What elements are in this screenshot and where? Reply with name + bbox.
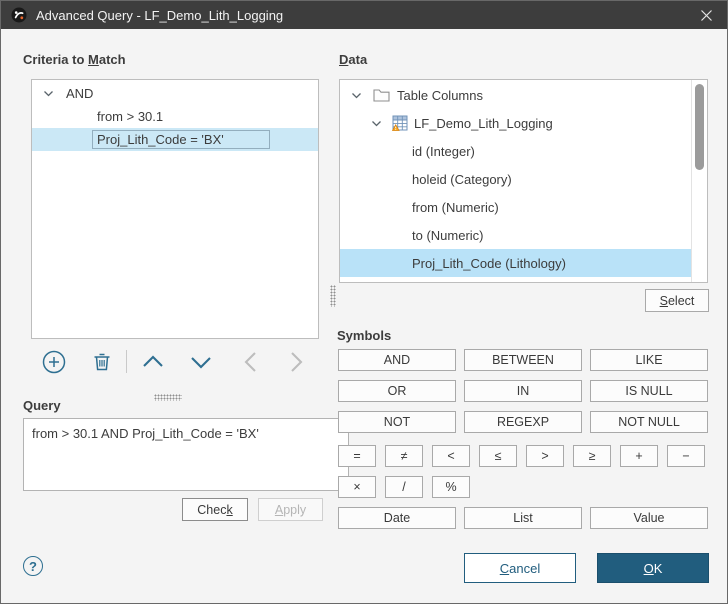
add-icon xyxy=(42,350,66,374)
symbol-regexp-button[interactable]: REGEXP xyxy=(464,411,582,433)
criteria-tree[interactable]: AND from > 30.1 Proj_Lith_Code = 'BX' xyxy=(31,79,319,339)
symbol-not-button[interactable]: NOT xyxy=(338,411,456,433)
tree-node-column[interactable]: id (Integer) xyxy=(340,137,692,165)
symbol-and-button[interactable]: AND xyxy=(338,349,456,371)
chevron-down-icon[interactable] xyxy=(42,87,55,100)
symbol-like-button[interactable]: LIKE xyxy=(590,349,708,371)
operator-lessthan-button[interactable]: < xyxy=(432,445,470,467)
scrollbar-thumb[interactable] xyxy=(695,84,704,170)
chevron-down-icon[interactable] xyxy=(370,117,383,130)
toolbar-separator xyxy=(126,350,127,373)
operator-greaterthan-button[interactable]: > xyxy=(526,445,564,467)
select-button[interactable]: Select xyxy=(645,289,709,312)
query-label: Query xyxy=(23,398,61,413)
tree-node-column[interactable]: from (Numeric) xyxy=(340,193,692,221)
tree-node-column[interactable]: holeid (Category) xyxy=(340,165,692,193)
operator-notequal-button[interactable]: ≠ xyxy=(385,445,423,467)
tree-node-column-selected[interactable]: Proj_Lith_Code (Lithology) xyxy=(340,249,692,277)
operator-multiply-button[interactable]: × xyxy=(338,476,376,498)
close-button[interactable] xyxy=(689,1,723,29)
operator-modulo-button[interactable]: % xyxy=(432,476,470,498)
symbol-in-button[interactable]: IN xyxy=(464,380,582,402)
cancel-button[interactable]: Cancel xyxy=(464,553,576,583)
list-button[interactable]: List xyxy=(464,507,582,529)
check-button[interactable]: Check xyxy=(182,498,248,521)
chevron-down-icon xyxy=(191,357,211,369)
symbol-isnull-button[interactable]: IS NULL xyxy=(590,380,708,402)
move-right-button-disabled[interactable] xyxy=(283,349,309,375)
operator-plus-button[interactable]: + xyxy=(620,445,658,467)
chevron-down-icon[interactable] xyxy=(350,89,363,102)
operator-greaterequal-button[interactable]: ≥ xyxy=(573,445,611,467)
data-tree[interactable]: Table Columns LF_Demo_Lith_Logging id (I… xyxy=(339,79,708,283)
data-label: Data xyxy=(339,52,368,67)
tree-node-table[interactable]: LF_Demo_Lith_Logging xyxy=(340,109,692,137)
date-button[interactable]: Date xyxy=(338,507,456,529)
help-icon: ? xyxy=(29,558,37,574)
vertical-scrollbar[interactable] xyxy=(691,80,707,282)
value-button[interactable]: Value xyxy=(590,507,708,529)
table-icon xyxy=(392,115,408,131)
window-title: Advanced Query - LF_Demo_Lith_Logging xyxy=(36,7,284,23)
criteria-node-and[interactable]: AND xyxy=(32,82,318,105)
symbol-notnull-button[interactable]: NOT NULL xyxy=(590,411,708,433)
add-criteria-button[interactable] xyxy=(41,349,67,375)
delete-criteria-button[interactable] xyxy=(89,349,115,375)
trash-icon xyxy=(94,353,110,371)
help-button[interactable]: ? xyxy=(23,556,43,576)
vertical-splitter-handle[interactable] xyxy=(330,285,336,307)
app-logo-icon xyxy=(11,7,27,23)
chevron-left-icon xyxy=(244,352,256,372)
tree-node-column[interactable]: to (Numeric) xyxy=(340,221,692,249)
move-down-button[interactable] xyxy=(188,349,214,375)
chevron-up-icon xyxy=(143,355,163,367)
criteria-node-selected[interactable]: Proj_Lith_Code = 'BX' xyxy=(32,128,318,151)
operator-minus-button[interactable]: − xyxy=(667,445,705,467)
operator-equals-button[interactable]: = xyxy=(338,445,376,467)
operator-lessequal-button[interactable]: ≤ xyxy=(479,445,517,467)
criteria-label: Criteria to Match xyxy=(23,52,126,67)
title-bar: Advanced Query - LF_Demo_Lith_Logging xyxy=(1,1,727,29)
chevron-right-icon xyxy=(291,352,303,372)
query-text-area[interactable]: from > 30.1 AND Proj_Lith_Code = 'BX' xyxy=(23,418,349,491)
symbols-label: Symbols xyxy=(337,328,392,343)
folder-icon xyxy=(373,88,390,102)
symbol-or-button[interactable]: OR xyxy=(338,380,456,402)
horizontal-splitter-handle[interactable] xyxy=(154,394,182,401)
criteria-node-from[interactable]: from > 30.1 xyxy=(32,105,318,128)
advanced-query-dialog: Advanced Query - LF_Demo_Lith_Logging Cr… xyxy=(0,0,728,604)
apply-button-disabled[interactable]: Apply xyxy=(258,498,323,521)
tree-node-table-columns[interactable]: Table Columns xyxy=(340,81,692,109)
operator-divide-button[interactable]: / xyxy=(385,476,423,498)
move-up-button[interactable] xyxy=(140,349,166,375)
symbol-between-button[interactable]: BETWEEN xyxy=(464,349,582,371)
move-left-button-disabled[interactable] xyxy=(238,349,264,375)
ok-button[interactable]: OK xyxy=(597,553,709,583)
